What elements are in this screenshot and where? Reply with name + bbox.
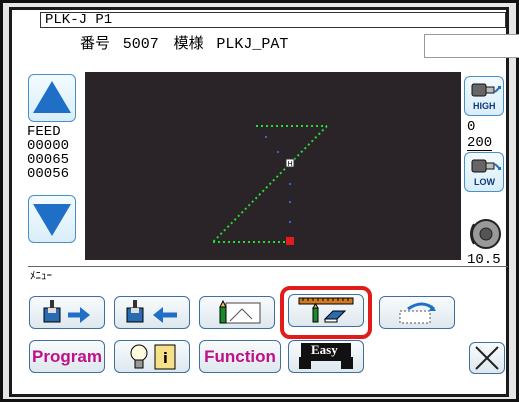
speed-high-label: HIGH (473, 101, 496, 111)
program-label: Program (32, 346, 102, 366)
data-input-button[interactable] (29, 296, 105, 329)
feed-down-button[interactable] (28, 195, 76, 243)
feed-up-button[interactable] (28, 74, 76, 122)
info-button[interactable]: i (114, 340, 190, 373)
pattern-value: PLKJ_PAT (216, 36, 289, 53)
close-button[interactable] (469, 342, 505, 374)
info-blank-field (424, 34, 519, 58)
tension-value: 10.5 (467, 252, 501, 268)
speed-low-button[interactable]: LOW (464, 152, 504, 192)
bulb-info-icon: i (130, 344, 176, 370)
transfer-button[interactable] (379, 296, 455, 329)
data-output-button[interactable] (114, 296, 190, 329)
svg-text:i: i (163, 351, 168, 367)
jump-dot (277, 151, 279, 153)
close-icon (475, 346, 499, 370)
program-button[interactable]: Program (29, 340, 105, 373)
pattern-canvas: H (85, 72, 461, 260)
floppy-out-icon (126, 300, 177, 323)
jump-dot (289, 201, 291, 203)
arrow-up-icon (33, 81, 71, 113)
feed-value-2: 00065 (27, 152, 70, 168)
move-area-icon (399, 302, 436, 324)
easy-label: Easy (311, 342, 338, 357)
stitch-diagonal (212, 125, 328, 243)
floppy-in-icon (43, 300, 90, 323)
feed-label: FEED (27, 124, 61, 140)
program-id-bar: PLK-J P1 (40, 12, 506, 28)
speed-low-label: LOW (474, 177, 495, 187)
info-row: 番号 5007 模様 PLKJ_PAT (40, 29, 519, 68)
jump-dot (289, 183, 291, 185)
pattern-drawing: H (212, 125, 328, 245)
pattern-label: 模様 (173, 34, 204, 52)
number-label: 番号 (80, 34, 111, 52)
easy-button[interactable]: Easy (288, 340, 364, 373)
function-label: Function (204, 346, 276, 366)
number-pattern-info: 番号 5007 模様 PLKJ_PAT (80, 32, 288, 53)
jump-dot (289, 221, 291, 223)
menu-label: ﾒﾆｭｰ (28, 266, 508, 287)
tension-dial-icon[interactable] (466, 210, 504, 252)
arrow-down-icon (33, 204, 71, 236)
number-value: 5007 (122, 36, 159, 53)
pattern-view-button[interactable] (199, 296, 275, 329)
speed-high-button[interactable]: HIGH (464, 76, 504, 116)
feed-value-1: 00000 (27, 138, 70, 154)
speed-value-bottom: 200 (467, 135, 493, 151)
home-marker-letter: H (288, 160, 293, 168)
pencil-image-icon (219, 299, 261, 324)
jump-dot (265, 136, 267, 138)
selected-highlight (280, 286, 372, 339)
needle-position-marker (286, 237, 294, 245)
function-button[interactable]: Function (199, 340, 281, 373)
feed-value-3: 00056 (27, 166, 70, 182)
speed-value-top: 0 (467, 119, 476, 135)
feed-readout: FEED 00000 00065 00056 (27, 125, 75, 181)
